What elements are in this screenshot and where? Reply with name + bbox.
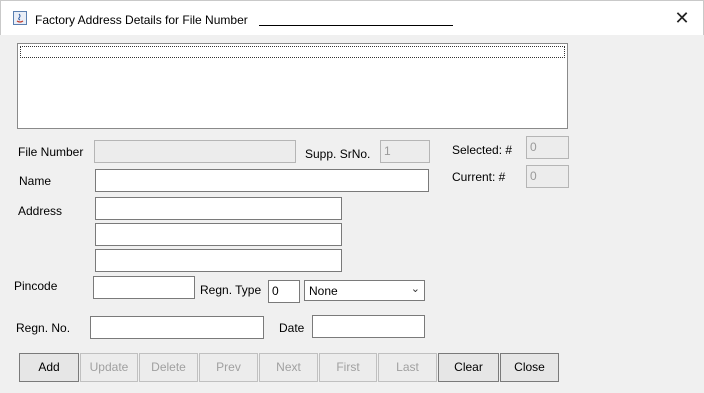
- clear-button[interactable]: Clear: [438, 353, 499, 382]
- close-icon[interactable]: ✕: [671, 7, 693, 29]
- address-line2-field[interactable]: [95, 223, 342, 246]
- regn-type-select[interactable]: None ⌄: [304, 280, 425, 301]
- update-button[interactable]: Update: [80, 353, 138, 382]
- regn-no-label: Regn. No.: [16, 321, 71, 335]
- add-button[interactable]: Add: [19, 353, 79, 382]
- last-button[interactable]: Last: [378, 353, 437, 382]
- title-underline: [259, 25, 453, 26]
- file-number-label: File Number: [18, 145, 84, 159]
- delete-button[interactable]: Delete: [139, 353, 198, 382]
- pincode-field[interactable]: [93, 276, 195, 299]
- address-line3-field[interactable]: [95, 249, 342, 272]
- address-line1-field[interactable]: [95, 197, 342, 220]
- file-number-field: [94, 140, 296, 163]
- window-title: Factory Address Details for File Number: [35, 13, 248, 27]
- next-button[interactable]: Next: [259, 353, 318, 382]
- supp-srno-label: Supp. SrNo.: [305, 147, 371, 161]
- factory-address-window: Factory Address Details for File Number …: [0, 0, 704, 393]
- selected-label: Selected: #: [452, 143, 513, 157]
- selected-field: 0: [526, 136, 569, 159]
- prev-button[interactable]: Prev: [199, 353, 258, 382]
- regn-type-label: Regn. Type: [200, 283, 262, 297]
- pincode-label: Pincode: [14, 279, 58, 293]
- regn-type-code-field[interactable]: 0: [268, 280, 300, 303]
- list-focus-row[interactable]: [20, 46, 565, 58]
- address-list[interactable]: [17, 43, 568, 129]
- java-app-icon: [13, 11, 27, 25]
- first-button[interactable]: First: [319, 353, 377, 382]
- regn-no-field[interactable]: [90, 316, 264, 339]
- supp-srno-field: 1: [380, 140, 430, 163]
- name-label: Name: [19, 174, 52, 188]
- title-bar: Factory Address Details for File Number …: [0, 0, 704, 35]
- address-label: Address: [18, 204, 63, 218]
- close-button[interactable]: Close: [500, 353, 559, 382]
- current-label: Current: #: [452, 170, 506, 184]
- current-field: 0: [526, 165, 569, 188]
- date-label: Date: [279, 321, 305, 335]
- chevron-down-icon[interactable]: ⌄: [411, 282, 420, 295]
- regn-type-select-value: None: [309, 284, 338, 298]
- name-field[interactable]: [95, 169, 429, 192]
- date-field[interactable]: [312, 315, 425, 338]
